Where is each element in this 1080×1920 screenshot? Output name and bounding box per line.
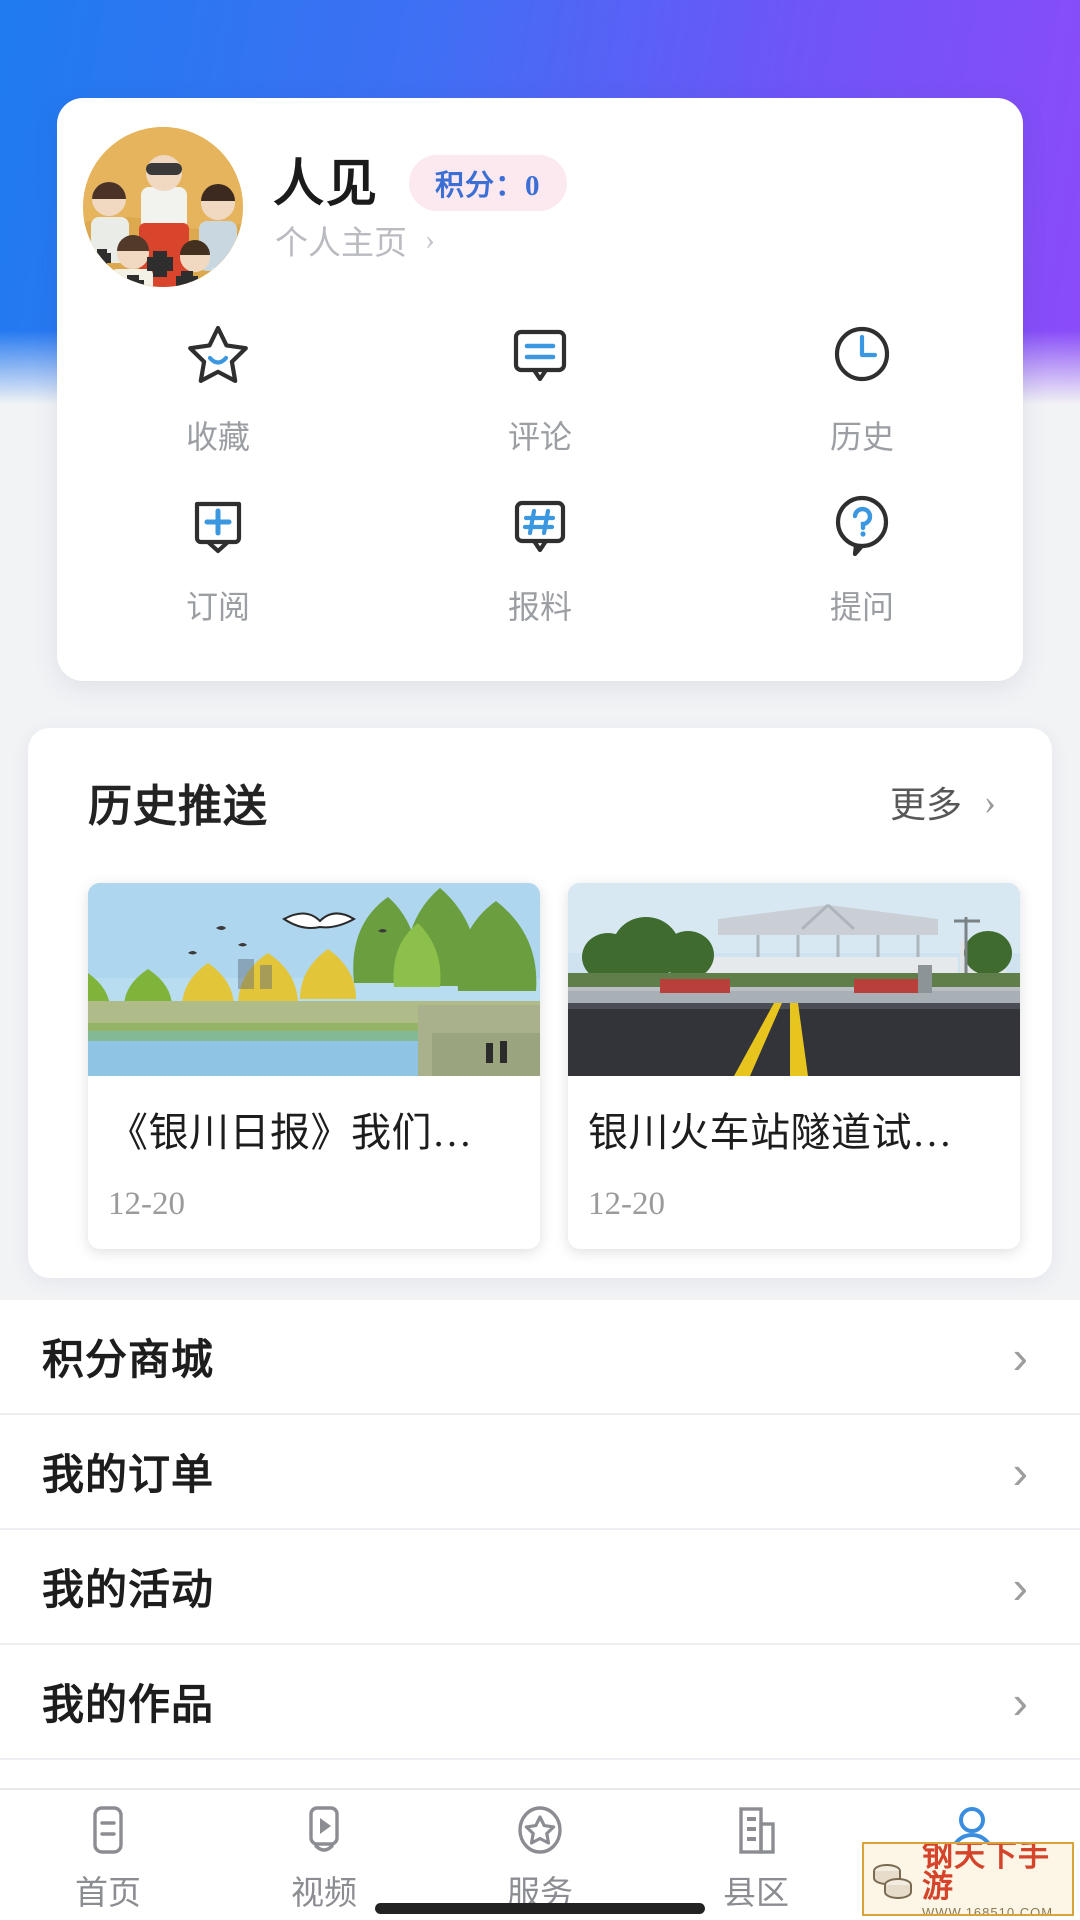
quick-action-label: 订阅 [186,582,250,628]
news-card[interactable]: 《银川日报》我们… 12-20 [88,883,540,1249]
avatar[interactable] [83,127,243,287]
tab-service[interactable]: 服务 [432,1790,648,1920]
news-card[interactable]: 银川火车站隧道试… 12-20 [568,883,1020,1249]
plus-bookmark-icon [186,492,250,556]
menu-item-label: 我的作品 [42,1671,214,1732]
menu-item-label: 我的订单 [42,1441,214,1502]
chevron-right-icon: › [1013,1334,1028,1380]
menu-item-my-activities[interactable]: 我的活动 › [0,1530,1080,1645]
menu-item-points-mall[interactable]: 积分商城 › [0,1300,1080,1415]
video-play-icon [298,1804,350,1856]
personal-homepage-link[interactable]: 个人主页 › [275,216,435,264]
star-circle-icon [514,1804,566,1856]
quick-action-label: 收藏 [186,412,250,458]
quick-action-订阅[interactable]: 订阅 [57,478,379,648]
quick-action-收藏[interactable]: 收藏 [57,308,379,478]
news-date: 12-20 [588,1186,1000,1223]
tab-label: 县区 [723,1866,789,1914]
chevron-right-icon: › [425,223,435,257]
menu-item-my-works[interactable]: 我的作品 › [0,1645,1080,1760]
tab-home[interactable]: 首页 [0,1790,216,1920]
hash-icon [508,492,572,556]
site-watermark: 钢天下手游 WWW.168510.COM [862,1842,1074,1916]
history-more-label: 更多 [890,776,962,828]
menu-item-my-orders[interactable]: 我的订单 › [0,1415,1080,1530]
chevron-right-icon: › [1013,1564,1028,1610]
quick-action-label: 评论 [508,412,572,458]
menu-item-label: 我的活动 [42,1556,214,1617]
watermark-url: WWW.168510.COM [922,1906,1066,1917]
news-body: 《银川日报》我们… 12-20 [88,1076,540,1249]
clock-icon [830,322,894,386]
history-header: 历史推送 更多 › [88,770,996,834]
app-screen: 人见 积分：0 个人主页 › 收藏 [0,0,1080,1920]
quick-action-历史[interactable]: 历史 [701,308,1023,478]
news-body: 银川火车站隧道试… 12-20 [568,1076,1020,1249]
river-birds-autumn-trees [88,883,540,1076]
tab-video[interactable]: 视频 [216,1790,432,1920]
home-doc-icon [82,1804,134,1856]
tab-county[interactable]: 县区 [648,1790,864,1920]
history-push-card: 历史推送 更多 › [28,728,1052,1278]
news-date: 12-20 [108,1186,520,1223]
news-title: 《银川日报》我们… [108,1100,520,1158]
news-thumbnail [88,883,540,1076]
profile-header: 人见 积分：0 个人主页 › [57,98,1023,313]
road-tunnel-station [568,883,1020,1076]
tab-label: 首页 [75,1866,141,1914]
quick-action-grid: 收藏 评论 历史 [57,308,1023,648]
news-thumbnail [568,883,1020,1076]
home-indicator [375,1903,705,1914]
points-badge[interactable]: 积分：0 [409,155,567,211]
quick-action-label: 报料 [508,582,572,628]
history-more-button[interactable]: 更多 › [890,776,996,828]
history-news-row: 《银川日报》我们… 12-20 [88,883,1020,1249]
profile-card: 人见 积分：0 个人主页 › 收藏 [57,98,1023,681]
quick-action-label: 历史 [830,412,894,458]
quick-action-报料[interactable]: 报料 [379,478,701,648]
building-icon [730,1804,782,1856]
history-title: 历史推送 [88,770,268,834]
chevron-right-icon: › [1013,1679,1028,1725]
menu-item-label: 积分商城 [42,1326,214,1387]
comment-icon [508,322,572,386]
star-smile-icon [186,322,250,386]
group-illustration-avatar [83,127,243,287]
news-title: 银川火车站隧道试… [588,1100,1000,1158]
watermark-text: 钢天下手游 WWW.168510.COM [922,1842,1066,1916]
tab-label: 视频 [291,1866,357,1914]
question-icon [830,492,894,556]
personal-homepage-label: 个人主页 [275,216,407,264]
watermark-brand: 钢天下手游 [922,1842,1066,1902]
quick-action-评论[interactable]: 评论 [379,308,701,478]
quick-action-提问[interactable]: 提问 [701,478,1023,648]
chevron-right-icon: › [984,781,996,823]
quick-action-label: 提问 [830,582,894,628]
coin-stack-icon [870,1856,916,1902]
profile-username: 人见 [273,142,379,216]
chevron-right-icon: › [1013,1449,1028,1495]
